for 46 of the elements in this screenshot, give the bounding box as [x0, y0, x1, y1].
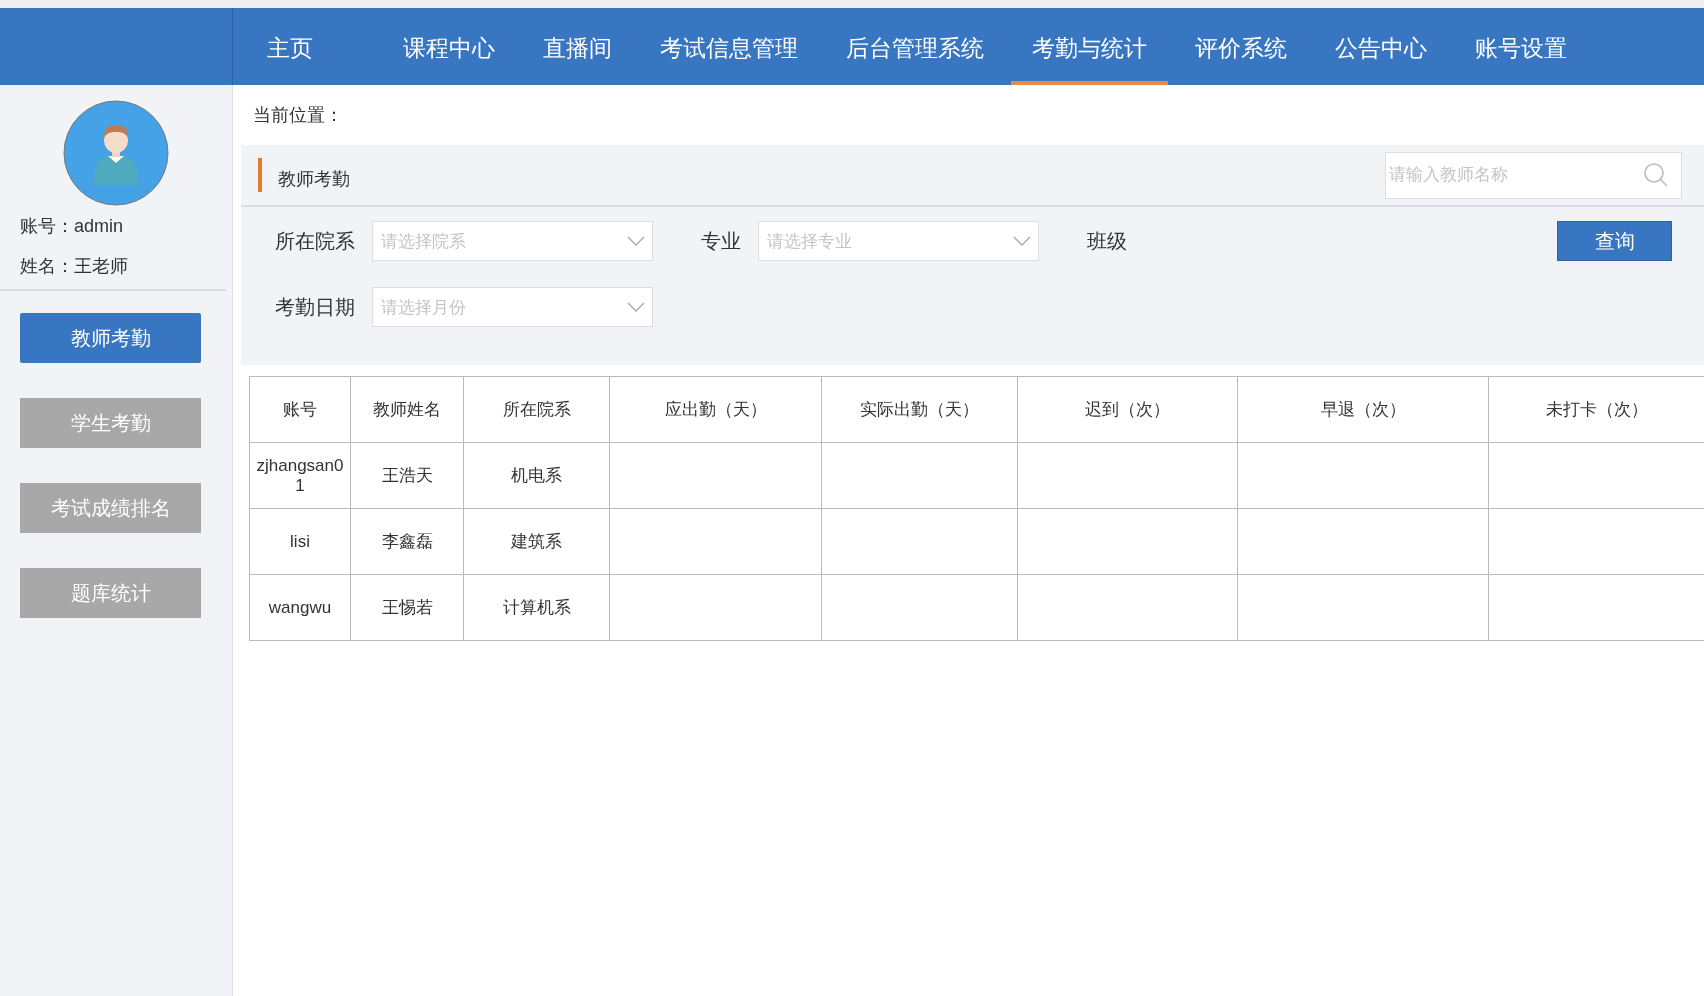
table-cell: 王惕若 [350, 574, 464, 641]
column-header: 实际出勤（天） [821, 376, 1018, 443]
chevron-down-icon [627, 302, 645, 312]
table-cell: wangwu [249, 574, 351, 641]
nav-tab[interactable]: 直播间 [522, 8, 633, 85]
search-icon [1643, 161, 1669, 188]
nav-tab[interactable]: 公告中心 [1314, 8, 1448, 85]
panel-title: 教师考勤 [278, 168, 350, 191]
sidebar-button[interactable]: 教师考勤 [20, 313, 201, 363]
avatar-icon [63, 100, 169, 206]
chevron-down-icon [1013, 236, 1031, 246]
nav-tab[interactable]: 评价系统 [1174, 8, 1308, 85]
filter-label: 考勤日期 [275, 294, 355, 320]
nav-tab[interactable]: 后台管理系统 [825, 8, 1005, 85]
query-button[interactable]: 查询 [1557, 221, 1672, 261]
nav-tab[interactable]: 课程中心 [382, 8, 516, 85]
accent-bar [258, 158, 262, 192]
chevron-down-icon [627, 236, 645, 246]
filter-label: 专业 [701, 228, 741, 254]
sidebar-button[interactable]: 题库统计 [20, 568, 201, 618]
table-cell: zjhangsan01 [249, 442, 351, 509]
table-cell: 建筑系 [463, 508, 610, 575]
column-header: 早退（次） [1237, 376, 1489, 443]
name-label: 姓名：王老师 [20, 255, 128, 278]
breadcrumb-label: 当前位置： [253, 104, 343, 127]
filter-label: 班级 [1087, 228, 1127, 254]
table-cell: 计算机系 [463, 574, 610, 641]
column-header: 所在院系 [463, 376, 610, 443]
sidebar-button[interactable]: 学生考勤 [20, 398, 201, 448]
table-cell: 王浩天 [350, 442, 464, 509]
sidebar-button[interactable]: 考试成绩排名 [20, 483, 201, 533]
column-header: 未打卡（次） [1488, 376, 1704, 443]
table-cell: 李鑫磊 [350, 508, 464, 575]
search-field[interactable]: 请输入教师名称 [1385, 151, 1682, 199]
column-header: 迟到（次） [1017, 376, 1238, 443]
filter-label: 所在院系 [275, 228, 355, 254]
column-header: 账号 [249, 376, 351, 443]
column-header: 应出勤（天） [609, 376, 822, 443]
table-cell: 机电系 [463, 442, 610, 509]
account-label: 账号：admin [20, 215, 124, 238]
column-header: 教师姓名 [350, 376, 464, 443]
nav-tab[interactable]: 账号设置 [1454, 8, 1588, 85]
nav-tab[interactable]: 主页 [246, 8, 334, 85]
table-cell: lisi [249, 508, 351, 575]
nav-tab[interactable]: 考勤与统计 [1011, 8, 1168, 85]
nav-tab[interactable]: 考试信息管理 [639, 8, 819, 85]
